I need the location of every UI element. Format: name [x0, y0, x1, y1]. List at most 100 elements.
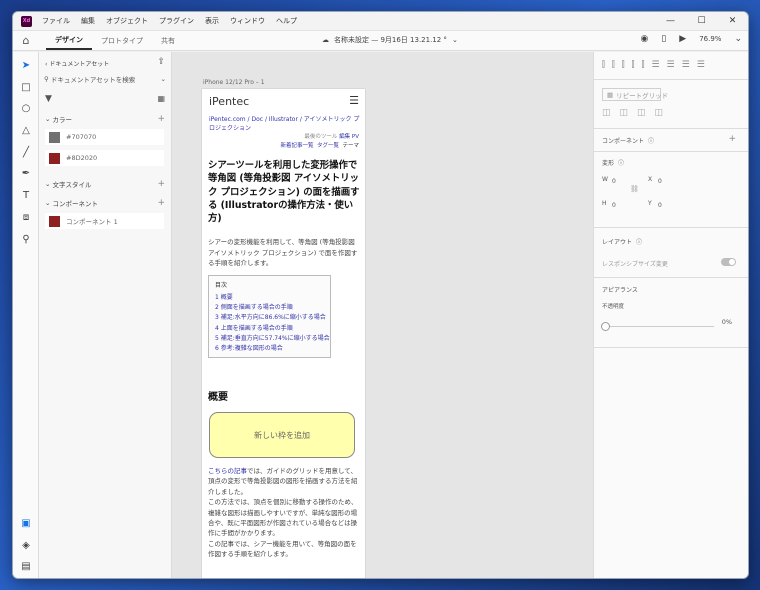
info-icon[interactable]: ⓘ — [648, 136, 654, 145]
window-controls: — ☐ ✕ — [655, 16, 748, 26]
menu-help[interactable]: ヘルプ — [276, 16, 297, 26]
toc-item: 2 側面を描画する場合の手順 — [215, 304, 293, 312]
distribute-icon[interactable]: ☰ — [682, 60, 690, 70]
lock-aspect-icon[interactable]: ⛓ — [630, 185, 639, 193]
appearance-section-label: アピアランス — [602, 285, 638, 294]
assets-header[interactable]: ‹ ドキュメントアセット — [45, 59, 109, 68]
zoom-chevron-icon[interactable]: ⌄ — [734, 34, 742, 44]
opacity-value[interactable]: 0% — [722, 318, 732, 326]
components-section-label: コンポーネント — [52, 200, 99, 208]
align-center-icon[interactable]: ⫿ — [612, 60, 615, 70]
layers-icon[interactable]: ◈ — [13, 540, 39, 551]
align-bottom-icon[interactable]: ☰ — [697, 60, 705, 70]
pen-tool-icon[interactable]: ✒ — [13, 168, 39, 179]
opacity-slider-handle[interactable] — [601, 322, 610, 331]
char-styles-section-header[interactable]: ⌄ 文字スタイル + — [45, 179, 165, 189]
menu-plugins[interactable]: プラグイン — [159, 16, 194, 26]
zoom-tool-icon[interactable]: ⚲ — [13, 234, 39, 245]
intersect-shape-icon[interactable]: ◫ — [637, 108, 646, 118]
menu-file[interactable]: ファイル — [42, 16, 70, 26]
subtract-shape-icon[interactable]: ◫ — [620, 108, 629, 118]
add-color-icon[interactable]: + — [157, 114, 165, 124]
add-shape-icon[interactable]: ◫ — [602, 108, 611, 118]
distribute-v-icon[interactable]: ☰ — [667, 60, 675, 70]
y-field[interactable]: 0 — [658, 202, 662, 209]
align-top-icon[interactable]: ⫿ — [632, 60, 635, 70]
add-component-plus-icon[interactable]: + — [728, 134, 736, 144]
close-icon[interactable]: ✕ — [717, 16, 748, 26]
info-icon[interactable]: ⓘ — [636, 237, 642, 246]
chevron-down-icon: ⌄ — [45, 199, 51, 207]
height-field[interactable]: 0 — [612, 202, 616, 209]
exclude-shape-icon[interactable]: ◫ — [655, 108, 664, 118]
assets-header-label: ドキュメントアセット — [49, 61, 110, 68]
title-bar: Xd ファイル 編集 オブジェクト プラグイン 表示 ウィンドウ ヘルプ — ☐… — [13, 12, 748, 31]
maximize-icon[interactable]: ☐ — [686, 16, 717, 26]
play-icon[interactable]: ▶ — [679, 34, 686, 44]
user-icon[interactable]: ◉ — [640, 34, 648, 44]
info-icon[interactable]: ⓘ — [618, 158, 624, 167]
menu-edit[interactable]: 編集 — [81, 16, 95, 26]
divider — [594, 151, 748, 152]
artboard[interactable]: iPentec ☰ iPentec.com / Doc / Illustrato… — [202, 89, 365, 578]
toc-item: 6 参考:複雑な図形の場合 — [215, 345, 283, 353]
tab-share[interactable]: 共有 — [152, 31, 184, 50]
distribute-h-icon[interactable]: ☰ — [651, 60, 659, 70]
color-swatch-row[interactable]: #707070 — [45, 129, 164, 145]
repeat-grid-label: リピートグリッド — [616, 91, 669, 100]
divider — [594, 277, 748, 278]
site-logo: iPentec — [209, 95, 250, 108]
assets-panel-icon[interactable]: ▣ — [13, 518, 39, 529]
assets-panel: ‹ ドキュメントアセット ⇪ ⚲ ドキュメントアセットを検索 ⌄ ▼ ▦ ⌄ カ… — [39, 52, 172, 578]
body-paragraph: この記事では、シアー機能を用いて、等角図の面を作図する手順を紹介します。 — [208, 539, 357, 559]
menu-view[interactable]: 表示 — [205, 16, 219, 26]
component-row[interactable]: コンポーネント 1 — [45, 213, 164, 229]
menu-object[interactable]: オブジェクト — [106, 16, 148, 26]
polygon-tool-icon[interactable]: △ — [13, 125, 39, 136]
ellipse-tool-icon[interactable]: ○ — [13, 103, 39, 114]
align-toolbar: ⫿ ⫿ ⫿ ⫿ ⫿ ☰ ☰ ☰ ☰ — [602, 60, 705, 70]
select-tool-icon[interactable]: ➤ — [13, 60, 39, 71]
mobile-preview-icon[interactable]: ▯ — [661, 34, 666, 44]
plugins-icon[interactable]: ▤ — [13, 561, 39, 572]
toc-item: 1 概要 — [215, 294, 233, 301]
component-label: コンポーネント 1 — [66, 218, 118, 226]
grid-view-icon[interactable]: ▦ — [157, 94, 165, 103]
add-component-icon[interactable]: + — [157, 198, 165, 208]
components-section-header[interactable]: ⌄ コンポーネント + — [45, 198, 165, 208]
width-field[interactable]: 0 — [612, 178, 616, 185]
artboard-tool-icon[interactable]: ⧈ — [13, 212, 39, 223]
align-right-icon[interactable]: ⫿ — [622, 60, 625, 70]
color-swatch-label: #8D2020 — [66, 154, 98, 162]
opacity-slider-track[interactable] — [606, 326, 714, 327]
search-input[interactable]: ⚲ ドキュメントアセットを検索 ⌄ — [44, 72, 166, 85]
color-swatch-row[interactable]: #8D2020 — [45, 150, 164, 166]
tab-prototype[interactable]: プロトタイプ — [92, 31, 152, 50]
toc-item: 3 補足:水平方向に86.6%に縮小する場合 — [215, 314, 326, 322]
text-tool-icon[interactable]: T — [13, 190, 39, 201]
document-title[interactable]: ☁ 名称未設定 — 9月16日 13.21.12 ° ⌄ — [322, 35, 458, 45]
home-icon[interactable]: ⌂ — [13, 34, 39, 47]
chevron-left-icon[interactable]: ‹ — [45, 61, 47, 68]
menu-window[interactable]: ウィンドウ — [230, 16, 265, 26]
responsive-resize-toggle[interactable] — [721, 258, 736, 266]
chevron-down-icon[interactable]: ⌄ — [161, 75, 166, 83]
new-frame-box[interactable]: 新しい枠を追加 — [209, 412, 355, 458]
filter-icon[interactable]: ▼ — [45, 94, 52, 104]
rectangle-tool-icon[interactable]: □ — [13, 82, 39, 93]
minimize-icon[interactable]: — — [655, 16, 686, 26]
align-middle-icon[interactable]: ⫿ — [642, 60, 645, 70]
x-field[interactable]: 0 — [658, 178, 662, 185]
zoom-level[interactable]: 76.9% — [699, 35, 721, 43]
align-left-icon[interactable]: ⫿ — [602, 60, 605, 70]
repeat-grid-button[interactable]: ▦ リピートグリッド — [602, 88, 668, 101]
colors-section-header[interactable]: ⌄ カラー + — [45, 114, 165, 124]
tab-design[interactable]: デザイン — [46, 31, 92, 50]
artboard-label[interactable]: iPhone 12/12 Pro – 1 — [203, 79, 265, 86]
canvas[interactable]: iPhone 12/12 Pro – 1 iPentec ☰ iPentec.c… — [172, 52, 593, 578]
line-tool-icon[interactable]: ╱ — [13, 147, 39, 158]
add-char-style-icon[interactable]: + — [157, 179, 165, 189]
share-icon[interactable]: ⇪ — [157, 57, 165, 67]
article-lead: シアーの変形機能を利用して、等角図 (等角投影図 アイソメトリック プロジェクシ… — [208, 238, 358, 267]
search-icon: ⚲ — [44, 74, 49, 83]
